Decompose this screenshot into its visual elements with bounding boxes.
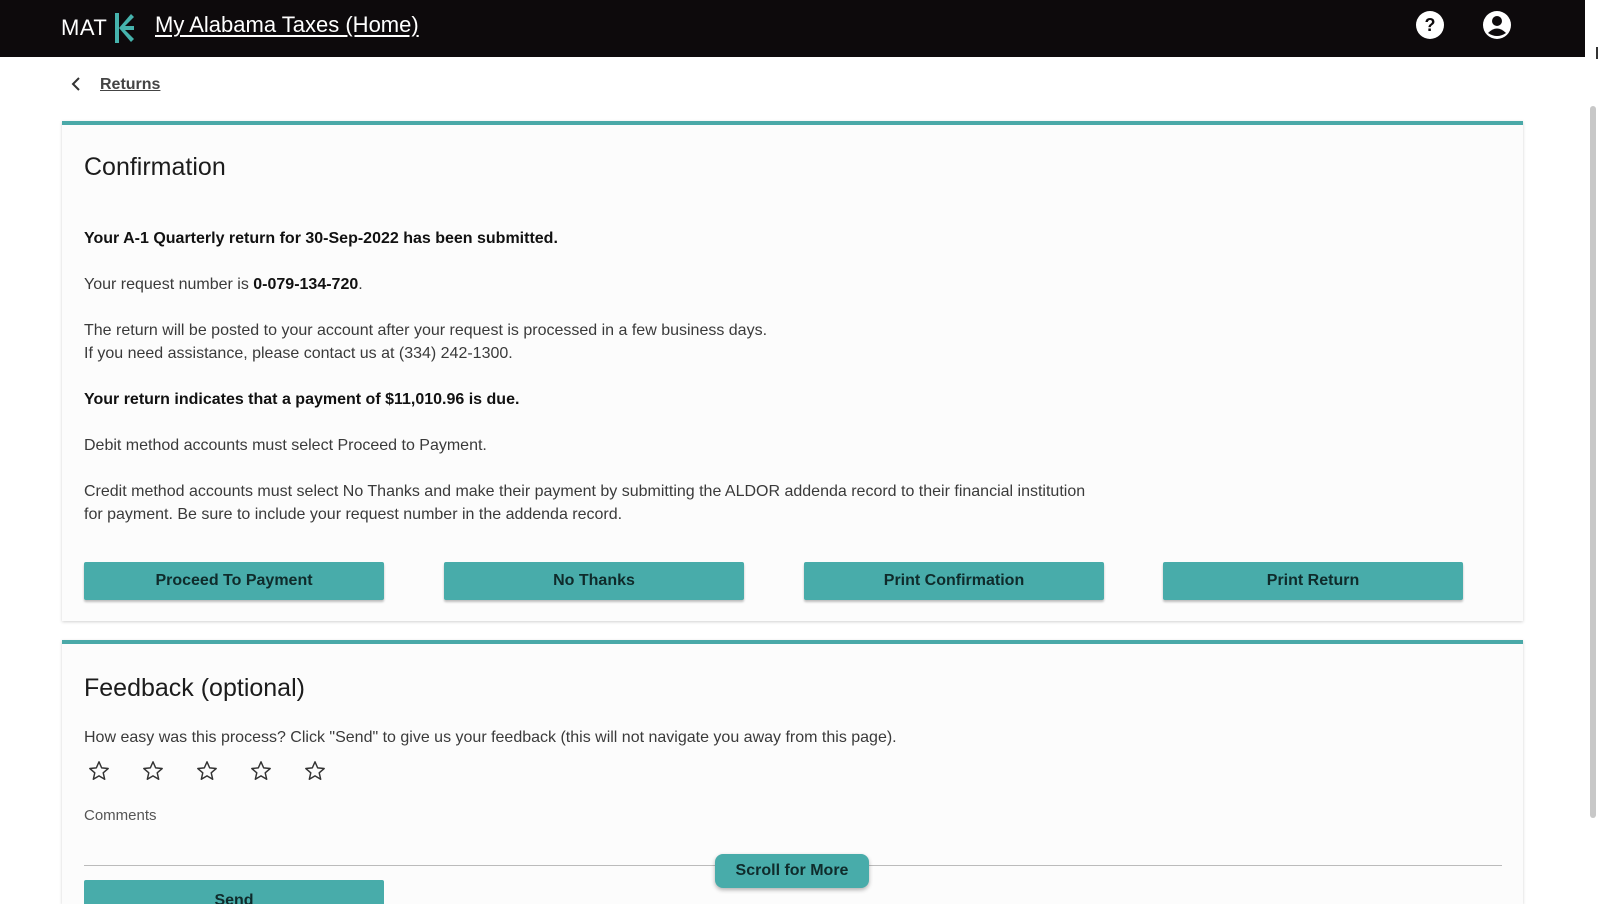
submitted-message: Your A-1 Quarterly return for 30-Sep-202… — [84, 230, 558, 247]
request-number: 0-079-134-720 — [253, 276, 359, 293]
print-return-button[interactable]: Print Return — [1163, 562, 1463, 600]
comments-label: Comments — [84, 807, 157, 824]
star-rating — [88, 760, 326, 782]
feedback-prompt: How easy was this process? Click "Send" … — [84, 729, 897, 746]
star-outline-icon[interactable] — [304, 760, 326, 782]
svg-text:?: ? — [1425, 15, 1436, 35]
print-confirmation-button[interactable]: Print Confirmation — [804, 562, 1104, 600]
confirmation-card: Confirmation Your A-1 Quarterly return f… — [62, 121, 1523, 621]
account-icon[interactable] — [1482, 10, 1512, 40]
request-number-suffix: . — [358, 276, 363, 293]
cursor-marker — [1596, 47, 1598, 59]
help-icon[interactable]: ? — [1415, 10, 1445, 40]
payment-due-message: Your return indicates that a payment of … — [84, 391, 520, 408]
confirmation-title: Confirmation — [84, 153, 226, 181]
scroll-for-more-button[interactable]: Scroll for More — [715, 854, 869, 888]
star-outline-icon[interactable] — [250, 760, 272, 782]
brand-k-icon — [115, 13, 135, 43]
debit-method-message: Debit method accounts must select Procee… — [84, 437, 487, 454]
home-link[interactable]: My Alabama Taxes (Home) — [155, 12, 419, 38]
star-outline-icon[interactable] — [88, 760, 110, 782]
brand-text: MAT — [61, 15, 108, 40]
request-number-line: Your request number is 0-079-134-720. — [84, 276, 363, 294]
brand-logo[interactable]: MAT — [61, 10, 135, 46]
top-navigation-bar: MAT My Alabama Taxes (Home) ? — [0, 0, 1585, 57]
proceed-to-payment-button[interactable]: Proceed To Payment — [84, 562, 384, 600]
page-scrollbar-thumb[interactable] — [1590, 106, 1596, 818]
star-outline-icon[interactable] — [196, 760, 218, 782]
request-number-prefix: Your request number is — [84, 276, 254, 293]
star-outline-icon[interactable] — [142, 760, 164, 782]
posted-message: The return will be posted to your accoun… — [84, 322, 768, 339]
credit-method-message-line2: for payment. Be sure to include your req… — [84, 506, 623, 523]
feedback-title: Feedback (optional) — [84, 674, 305, 702]
assistance-message: If you need assistance, please contact u… — [84, 345, 513, 362]
breadcrumb-returns-link[interactable]: Returns — [100, 76, 160, 94]
send-feedback-button[interactable]: Send — [84, 880, 384, 904]
chevron-left-icon[interactable] — [70, 76, 82, 92]
credit-method-message-line1: Credit method accounts must select No Th… — [84, 483, 1086, 500]
no-thanks-button[interactable]: No Thanks — [444, 562, 744, 600]
